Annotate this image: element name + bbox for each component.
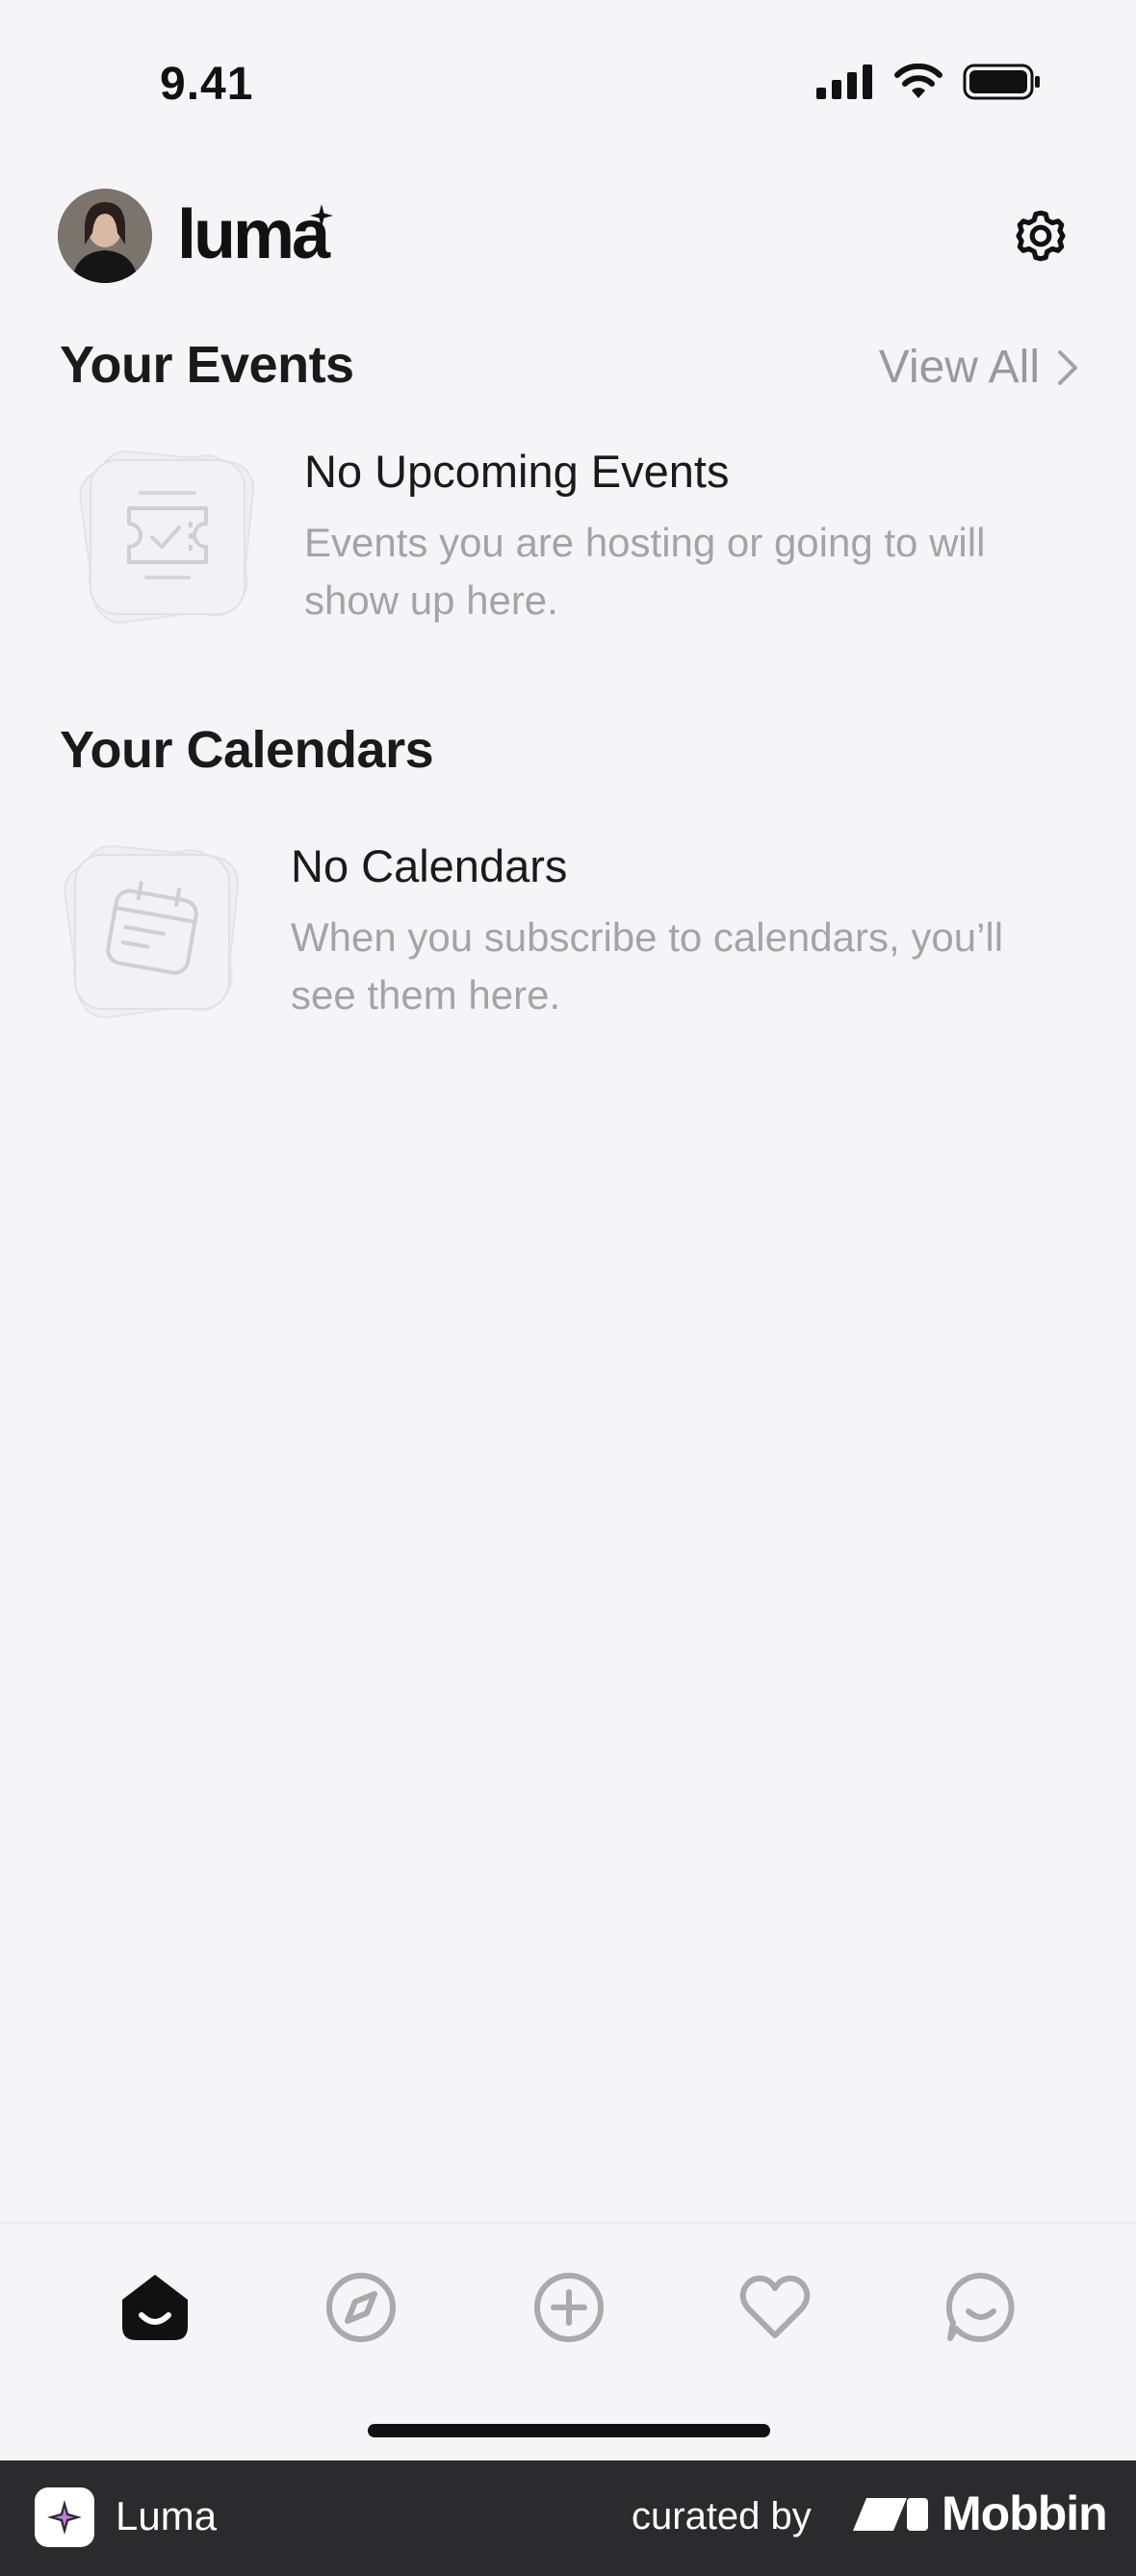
- curated-by-label: curated by: [632, 2495, 812, 2537]
- calendars-empty-state: No Calendars When you subscribe to calen…: [0, 828, 1136, 1040]
- status-time: 9.41: [160, 59, 254, 110]
- status-bar: 9.41: [0, 0, 1136, 164]
- calendars-empty-line2: see them here.: [291, 972, 561, 1018]
- mobbin-logo-icon: [853, 2498, 928, 2531]
- chevron-right-icon: [1058, 349, 1077, 385]
- view-all-link[interactable]: View All: [879, 341, 1078, 394]
- tab-discover[interactable]: [318, 2264, 404, 2351]
- app-header: luma: [0, 183, 1136, 289]
- compass-icon: [326, 2273, 396, 2342]
- your-events-heading: Your Events: [60, 336, 354, 394]
- sparkle-icon: [310, 204, 333, 227]
- plus-circle-icon: [534, 2273, 604, 2342]
- tab-favorites[interactable]: [732, 2264, 818, 2351]
- calendars-empty-title: No Calendars: [291, 840, 568, 891]
- wifi-icon: [894, 64, 942, 98]
- cellular-signal-icon: [816, 64, 872, 99]
- home-icon: [122, 2275, 188, 2340]
- calendars-empty-line1: When you subscribe to calendars, you’ll: [291, 914, 1004, 960]
- mobbin-footer: Luma curated by Mobbin: [0, 2460, 1136, 2576]
- mobbin-brand: Mobbin: [851, 2486, 1108, 2541]
- avatar[interactable]: [58, 189, 152, 283]
- settings-gear-icon[interactable]: [1011, 206, 1071, 266]
- status-icons: [816, 64, 1042, 100]
- heart-icon: [739, 2275, 811, 2338]
- calendar-placeholder-icon: [64, 844, 240, 1018]
- chat-icon: [945, 2272, 1015, 2342]
- events-empty-line1: Events you are hosting or going to will: [304, 520, 986, 565]
- home-indicator: [368, 2424, 770, 2437]
- events-empty-line2: show up here.: [304, 578, 558, 623]
- your-calendars-heading: Your Calendars: [60, 721, 434, 779]
- events-empty-state: No Upcoming Events Events you are hostin…: [0, 433, 1136, 645]
- luma-logo: luma: [177, 196, 330, 273]
- events-empty-title: No Upcoming Events: [304, 446, 730, 497]
- mobbin-brand-text: Mobbin: [942, 2486, 1108, 2540]
- tab-home[interactable]: [112, 2264, 198, 2351]
- footer-app-name: Luma: [116, 2493, 218, 2538]
- luma-app-icon: [35, 2487, 94, 2547]
- tab-messages[interactable]: [938, 2264, 1024, 2351]
- battery-icon: [963, 64, 1040, 100]
- view-all-label: View All: [878, 342, 1040, 393]
- tab-create[interactable]: [526, 2264, 612, 2351]
- ticket-placeholder-icon: [79, 450, 255, 624]
